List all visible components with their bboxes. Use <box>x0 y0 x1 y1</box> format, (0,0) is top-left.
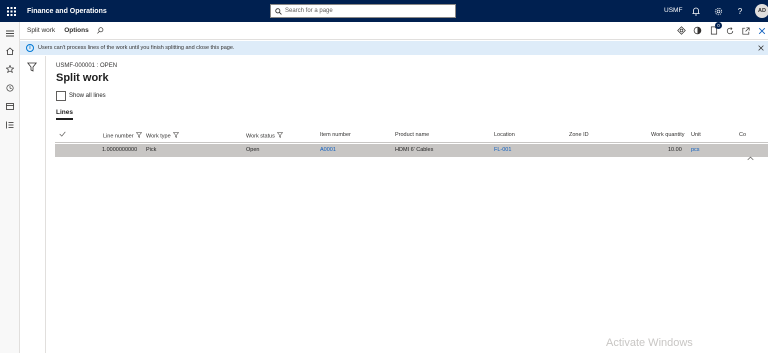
main-content: USMF-000001 : OPEN Split work Show all l… <box>47 56 768 353</box>
app-launcher-icon[interactable] <box>0 0 22 22</box>
activate-windows-watermark: Activate Windows <box>606 337 693 349</box>
avatar[interactable]: AD <box>755 4 768 18</box>
company-picker[interactable]: USMF <box>664 7 682 14</box>
tab-split-work[interactable]: Split work <box>27 27 55 34</box>
column-header-work-status[interactable]: Work status <box>246 132 284 140</box>
cell-work-type: Pick <box>146 147 157 153</box>
info-message-bar: i Users can't process lines of the work … <box>20 41 768 55</box>
column-filter-icon[interactable] <box>276 132 284 140</box>
cell-product-name: HDMI 6' Cables <box>395 147 434 153</box>
gear-icon[interactable] <box>711 4 725 18</box>
cell-location-link[interactable]: FL-001 <box>494 147 511 153</box>
column-header-location[interactable]: Location <box>494 132 515 138</box>
cell-unit-link[interactable]: pcs <box>691 147 700 153</box>
column-header-truncated[interactable]: Co <box>739 132 746 138</box>
column-label: Work status <box>246 133 275 140</box>
office-icon[interactable] <box>691 24 704 37</box>
action-search-icon[interactable] <box>96 27 104 34</box>
refresh-icon[interactable] <box>723 24 736 37</box>
column-header-unit[interactable]: Unit <box>691 132 701 138</box>
open-in-new-window-icon[interactable] <box>739 24 752 37</box>
modules-list-icon[interactable] <box>3 118 17 132</box>
show-all-lines-checkbox[interactable] <box>56 91 66 101</box>
column-filter-icon[interactable] <box>172 132 179 140</box>
column-header-work-type[interactable]: Work type <box>146 132 179 140</box>
home-icon[interactable] <box>3 44 17 58</box>
app-title[interactable]: Finance and Operations <box>27 8 107 15</box>
page-title: Split work <box>56 72 109 84</box>
grid-scroll-up-icon[interactable] <box>747 148 755 161</box>
bell-icon[interactable] <box>689 4 703 18</box>
diamond-settings-icon[interactable] <box>675 24 688 37</box>
navigation-pane <box>0 22 20 353</box>
hamburger-menu-icon[interactable] <box>3 26 17 40</box>
close-page-icon[interactable] <box>755 24 768 37</box>
help-icon[interactable]: ? <box>733 4 747 18</box>
column-header-work-quantity[interactable]: Work quantity <box>651 132 685 138</box>
tab-lines[interactable]: Lines <box>56 109 73 120</box>
cell-line-number: 1.0000000000 <box>102 147 138 153</box>
info-message-text: Users can't process lines of the work un… <box>38 45 235 51</box>
show-all-lines-toggle[interactable]: Show all lines <box>56 91 106 101</box>
record-caption: USMF-000001 : OPEN <box>56 63 118 69</box>
column-header-line-number[interactable]: Line number <box>103 132 142 140</box>
column-label: Line number <box>103 133 134 140</box>
attachments-icon[interactable]: 0 <box>707 22 722 37</box>
filter-icon[interactable] <box>26 59 38 72</box>
column-label: Work type <box>146 133 171 140</box>
lines-grid: Line number Work type Work status Item n… <box>55 129 768 157</box>
dismiss-message-icon[interactable] <box>756 43 766 53</box>
tab-options[interactable]: Options <box>64 27 89 34</box>
cell-work-quantity: 10.00 <box>668 147 682 153</box>
select-all-checkmark-icon[interactable] <box>59 131 66 139</box>
workspaces-icon[interactable] <box>3 99 17 113</box>
star-icon[interactable] <box>3 62 17 76</box>
cell-work-status: Open <box>246 147 260 153</box>
cell-item-number-link[interactable]: A0001 <box>320 147 336 153</box>
column-filter-icon[interactable] <box>135 132 142 140</box>
search-placeholder: Search for a page <box>285 8 333 14</box>
filter-pane <box>20 56 46 353</box>
search-icon <box>271 5 285 17</box>
attachments-count-badge: 0 <box>715 22 722 29</box>
page-search-input[interactable]: Search for a page <box>270 4 456 18</box>
recent-clock-icon[interactable] <box>3 81 17 95</box>
show-all-lines-label: Show all lines <box>69 93 106 99</box>
column-header-zone-id[interactable]: Zone ID <box>569 132 589 138</box>
action-pane: Split work Options 0 <box>20 22 768 40</box>
column-header-item-number[interactable]: Item number <box>320 132 351 138</box>
info-icon: i <box>26 44 34 52</box>
grid-header: Line number Work type Work status Item n… <box>55 129 768 143</box>
table-row[interactable]: 1.0000000000 Pick Open A0001 HDMI 6' Cab… <box>55 144 768 157</box>
column-header-product-name[interactable]: Product name <box>395 132 429 138</box>
